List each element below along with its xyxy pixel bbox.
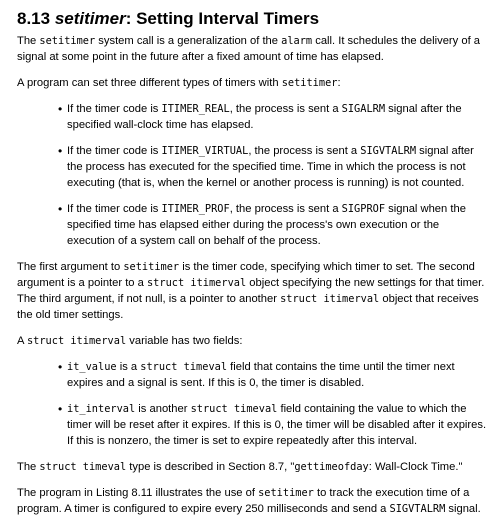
list-item-itimer-virtual: • If the timer code is ITIMER_VIRTUAL, th… (58, 144, 474, 189)
list-item-it-value: • it_value is a struct timeval field that… (58, 360, 455, 389)
code-it-value: it_value (67, 361, 117, 373)
bullet-glyph: • (58, 360, 63, 374)
section-number: 8.13 (17, 9, 51, 28)
code-sigvtalrm: SIGVTALRM (360, 145, 417, 157)
code-sigalrm: SIGALRM (341, 103, 386, 115)
intro-paragraph: The setitimer system call is a generaliz… (17, 35, 481, 63)
list-item-itimer-prof: • If the timer code is ITIMER_PROF, the p… (58, 202, 466, 247)
bullet-glyph: • (58, 402, 63, 416)
section-function-name: setitimer (54, 9, 126, 28)
code-struct-itimerval: struct itimerval (146, 277, 247, 289)
document-page: 8.13 setitimer: Setting Interval Timers … (0, 0, 503, 515)
code-sigvtalrm: SIGVTALRM (389, 503, 446, 515)
timer-types-list: • If the timer code is ITIMER_REAL, the p… (17, 101, 489, 249)
code-setitimer: setitimer (39, 35, 96, 47)
code-setitimer: setitimer (123, 261, 180, 273)
timer-types-intro: A program can set three different types … (17, 77, 341, 89)
code-itimer-prof: ITIMER_PROF (161, 203, 230, 215)
section-title-rest: : Setting Interval Timers (125, 9, 320, 28)
bullet-glyph: • (58, 144, 63, 158)
code-alarm: alarm (281, 35, 313, 47)
code-itimer-virtual: ITIMER_VIRTUAL (161, 145, 249, 157)
code-gettimeofday: gettimeofday (294, 461, 369, 473)
code-sigprof: SIGPROF (341, 203, 386, 215)
code-setitimer: setitimer (258, 487, 314, 499)
list-item-it-interval: • it_interval is another struct timeval f… (58, 402, 487, 447)
fields-list: • it_value is a struct timeval field that… (17, 359, 489, 449)
bullet-glyph: • (58, 202, 63, 216)
code-struct-timeval: struct timeval (140, 361, 228, 373)
listing-note: The program in Listing 8.11 illustrates … (17, 487, 481, 515)
code-struct-itimerval: struct itimerval (26, 335, 127, 347)
code-struct-itimerval: struct itimerval (280, 293, 380, 305)
code-itimer-real: ITIMER_REAL (161, 103, 230, 115)
code-struct-timeval: struct timeval (190, 403, 278, 415)
code-setitimer: setitimer (281, 77, 338, 89)
code-struct-timeval: struct timeval (39, 461, 127, 473)
fields-intro: A struct itimerval variable has two fiel… (17, 335, 243, 347)
bullet-glyph: • (58, 102, 63, 116)
section-heading: 8.13 setitimer: Setting Interval Timers (17, 8, 489, 29)
timeval-note: The struct timeval type is described in … (17, 461, 463, 473)
list-item-itimer-real: • If the timer code is ITIMER_REAL, the p… (58, 102, 462, 131)
arguments-paragraph: The first argument to setitimer is the t… (17, 261, 485, 321)
code-it-interval: it_interval (67, 403, 136, 415)
